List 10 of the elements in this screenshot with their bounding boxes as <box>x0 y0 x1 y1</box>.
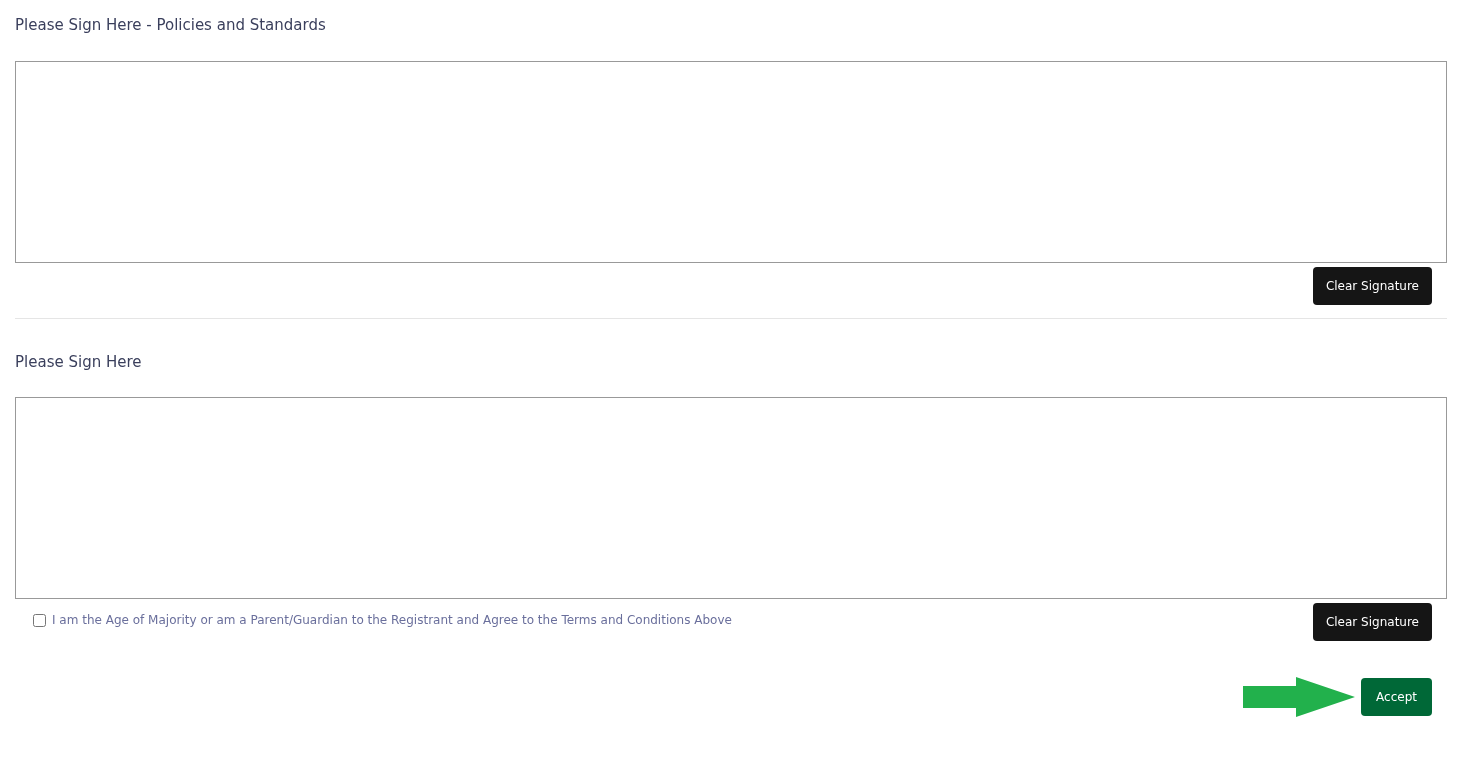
section-title: Please Sign Here <box>15 352 143 373</box>
arrow-icon <box>1241 677 1356 717</box>
section-title: Please Sign Here - Policies and Standards <box>15 15 327 36</box>
signature-pad[interactable] <box>15 397 1447 599</box>
agreement-label: I am the Age of Majority or am a Parent/Guardian to the Registrant and Agree to the Terms and Conditions Above <box>52 613 732 627</box>
clear-signature-button[interactable]: Clear Signature <box>1312 603 1432 641</box>
clear-signature-button[interactable]: Clear Signature <box>1312 267 1432 305</box>
signature-pad[interactable] <box>15 61 1447 263</box>
agreement-checkbox[interactable] <box>33 613 46 627</box>
accept-button[interactable]: Accept <box>1361 678 1432 716</box>
